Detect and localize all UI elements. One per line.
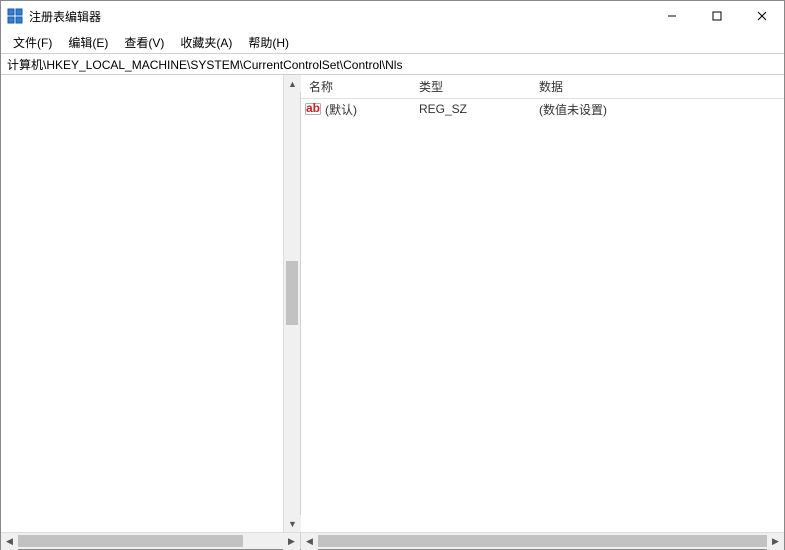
value-data: (数值未设置) xyxy=(531,101,767,118)
scroll-right-button[interactable]: ▶ xyxy=(283,533,300,550)
window-title: 注册表编辑器 xyxy=(29,8,101,25)
titlebar: 注册表编辑器 xyxy=(1,1,784,31)
list-header: 名称 类型 数据 xyxy=(301,75,784,99)
menu-help[interactable]: 帮助(H) xyxy=(242,32,295,53)
scroll-down-button[interactable]: ▼ xyxy=(284,515,301,532)
menu-favorites[interactable]: 收藏夹(A) xyxy=(174,32,238,53)
addressbar[interactable]: 计算机\HKEY_LOCAL_MACHINE\SYSTEM\CurrentCon… xyxy=(1,53,784,75)
svg-text:ab: ab xyxy=(306,101,320,115)
close-button[interactable] xyxy=(739,1,784,31)
minimize-button[interactable] xyxy=(649,1,694,31)
tree-pane: NetTraceNetworkNetworkProviderNetworkSet… xyxy=(1,75,301,549)
scroll-track-h[interactable] xyxy=(318,533,767,549)
column-name[interactable]: 名称 xyxy=(301,78,411,95)
scroll-track[interactable] xyxy=(284,92,300,515)
scroll-left-button[interactable]: ◀ xyxy=(301,533,318,550)
window-controls xyxy=(649,1,784,31)
address-path: 计算机\HKEY_LOCAL_MACHINE\SYSTEM\CurrentCon… xyxy=(7,56,778,73)
scroll-left-button[interactable]: ◀ xyxy=(1,533,18,550)
list-row[interactable]: ab (默认) REG_SZ(数值未设置) xyxy=(301,99,767,119)
string-value-icon: ab xyxy=(305,101,321,117)
scroll-track-h[interactable] xyxy=(18,533,283,549)
value-type: REG_SZ xyxy=(411,102,531,116)
main-area: NetTraceNetworkNetworkProviderNetworkSet… xyxy=(1,75,784,549)
column-type[interactable]: 类型 xyxy=(411,78,531,95)
list-view[interactable]: ab (默认) REG_SZ(数值未设置) xyxy=(301,99,767,119)
menubar: 文件(F) 编辑(E) 查看(V) 收藏夹(A) 帮助(H) xyxy=(1,31,784,53)
value-name: (默认) xyxy=(325,101,357,118)
scroll-thumb-h[interactable] xyxy=(318,535,767,547)
list-pane: 名称 类型 数据 ab(默认)REG_SZ(数值未设置) ▲▼ ◀ ▶ xyxy=(301,75,784,549)
menu-view[interactable]: 查看(V) xyxy=(118,32,170,53)
menu-file[interactable]: 文件(F) xyxy=(7,32,58,53)
scroll-right-button[interactable]: ▶ xyxy=(767,533,784,550)
list-scrollbar-horizontal[interactable]: ◀ ▶ xyxy=(301,532,784,549)
menu-edit[interactable]: 编辑(E) xyxy=(62,32,114,53)
maximize-button[interactable] xyxy=(694,1,739,31)
tree-scrollbar-vertical[interactable]: ▲ ▼ xyxy=(283,75,300,532)
column-data[interactable]: 数据 xyxy=(531,78,784,95)
app-icon xyxy=(7,8,23,24)
scroll-thumb[interactable] xyxy=(286,261,298,324)
scroll-up-button[interactable]: ▲ xyxy=(284,75,301,92)
scroll-thumb-h[interactable] xyxy=(18,535,243,547)
tree-scrollbar-horizontal[interactable]: ◀ ▶ xyxy=(1,532,300,549)
